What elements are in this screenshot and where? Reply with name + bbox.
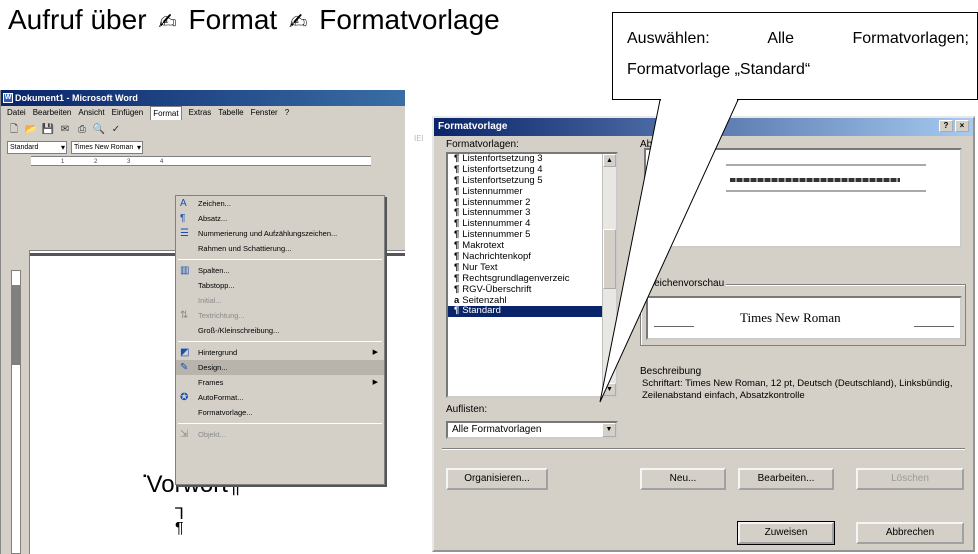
menu-item-frames[interactable]: Frames ▶	[176, 375, 384, 390]
callout-line-1: Auswählen: Alle Formatvorlagen;	[627, 30, 969, 47]
menu-tabelle[interactable]: Tabelle	[218, 106, 243, 120]
menu-item-nummerierung[interactable]: ☰ Nummerierung und Aufzählungszeichen...	[176, 226, 384, 241]
pen-icon: ✍	[158, 10, 177, 35]
callout-line-2: Formatvorlage „Standard“	[627, 61, 811, 78]
bullet-list-icon: ☰	[180, 228, 189, 239]
dialog-separator	[442, 448, 965, 450]
delete-style-button[interactable]: Löschen	[856, 468, 964, 490]
menu-item-initial: Initial...	[198, 296, 222, 305]
horizontal-ruler: 1 2 3 4	[31, 156, 371, 166]
menu-ansicht[interactable]: Ansicht	[78, 106, 104, 120]
menu-format[interactable]: Format	[150, 106, 182, 120]
print-preview-icon[interactable]: 🔍	[92, 123, 106, 136]
menu-extras[interactable]: Extras	[189, 106, 212, 120]
word-titlebar: W Dokument1 - Microsoft Word	[1, 90, 405, 106]
cancel-button[interactable]: Abbrechen	[856, 522, 964, 544]
headline-text-3: Formatvorlage	[319, 4, 500, 35]
word-app-icon: W	[3, 93, 13, 103]
list-filter-combo[interactable]: Alle Formatvorlagen ▼	[446, 421, 618, 439]
autoformat-icon: ✪	[180, 392, 189, 403]
font-icon: A	[180, 198, 187, 209]
menu-item-grossklein[interactable]: Groß-/Kleinschreibung...	[176, 323, 384, 338]
apply-button[interactable]: Zuweisen	[737, 521, 835, 545]
callout-box: Auswählen: Alle Formatvorlagen; Formatvo…	[612, 12, 978, 100]
dialog-title: Formatvorlage	[438, 121, 508, 132]
font-combo[interactable]: Times New Roman	[71, 140, 143, 154]
description-label: Beschreibung	[640, 366, 702, 377]
paragraph-preview	[644, 148, 962, 248]
menu-item-rahmen[interactable]: Rahmen und Schattierung...	[176, 241, 384, 256]
paragraph-icon: ¶	[180, 213, 186, 224]
formatting-toolbar: Standard Times New Roman	[1, 138, 405, 156]
slide-headline: Aufruf über ✍ Format ✍ Formatvorlage	[8, 4, 500, 36]
spellcheck-icon[interactable]: ✓	[109, 123, 123, 136]
style-combo[interactable]: Standard	[7, 140, 67, 154]
pen-icon: ✍	[289, 10, 308, 35]
dialog-titlebar: Formatvorlage ? ×	[434, 118, 973, 136]
menu-help[interactable]: ?	[285, 106, 289, 120]
headline-text-1: Aufruf über	[8, 4, 147, 35]
open-folder-icon[interactable]: 📂	[24, 123, 38, 136]
word-window: W Dokument1 - Microsoft Word Datei Bearb…	[0, 90, 405, 554]
callout-seam	[661, 99, 737, 101]
styles-list-label: Formatvorlagen:	[446, 139, 519, 150]
scroll-up-icon[interactable]: ▲	[603, 154, 616, 167]
list-item-selected[interactable]: ¶ Standard	[448, 306, 616, 318]
menu-item-autoformat[interactable]: ✪ AutoFormat...	[176, 390, 384, 405]
new-style-button[interactable]: Neu...	[640, 468, 726, 490]
email-icon[interactable]: ✉	[58, 123, 72, 136]
char-preview-text: Times New Roman	[740, 310, 841, 325]
submenu-arrow-icon: ▶	[372, 379, 378, 386]
scroll-thumb[interactable]	[603, 229, 616, 289]
design-icon: ✎	[180, 362, 189, 373]
standard-toolbar: 🗋 📂 💾 ✉ ⎙ 🔍 ✓	[1, 120, 405, 138]
menu-separator	[178, 341, 382, 342]
menu-separator	[178, 423, 382, 424]
menu-fenster[interactable]: Fenster	[251, 106, 278, 120]
chevron-down-icon[interactable]: ▼	[602, 423, 616, 437]
columns-icon: ▥	[180, 265, 190, 276]
menu-item-design[interactable]: ✎ Design...	[176, 360, 384, 375]
menu-bearbeiten[interactable]: Bearbeiten	[33, 106, 72, 120]
submenu-arrow-icon: ▶	[372, 349, 378, 356]
char-preview: Times New Roman	[646, 296, 962, 340]
background-icon: ◩	[180, 347, 190, 358]
word-menubar: Datei Bearbeiten Ansicht Einfügen Format…	[1, 106, 405, 120]
char-preview-label: Zeichenvorschau	[646, 278, 727, 289]
new-document-icon[interactable]: 🗋	[7, 123, 21, 136]
word-title: Dokument1 - Microsoft Word	[15, 93, 138, 103]
menu-item-tabstopp[interactable]: Tabstopp...	[176, 278, 384, 293]
vertical-ruler-margin	[12, 285, 20, 365]
pilcrow-mark: ¶	[175, 520, 184, 537]
help-button[interactable]: ?	[939, 120, 953, 132]
menu-datei[interactable]: Datei	[7, 106, 26, 120]
styles-listbox[interactable]: ¶ Listenfortsetzung 3 ¶ Listenfortsetzung …	[446, 152, 618, 398]
formatvorlage-dialog: Formatvorlage ? × Formatvorlagen: ¶ Liste…	[432, 116, 975, 552]
scroll-down-icon[interactable]: ▼	[603, 383, 616, 396]
organize-button[interactable]: Organisieren...	[446, 468, 548, 490]
menu-item-objekt: ⇲ Objekt...	[180, 429, 226, 440]
save-icon[interactable]: 💾	[41, 123, 55, 136]
close-button[interactable]: ×	[955, 120, 969, 132]
text-direction-icon: ⇅	[180, 310, 189, 321]
menu-item-textrichtung: ⇅ Textrichtung...	[180, 310, 245, 321]
menu-einfuegen[interactable]: Einfügen	[112, 106, 144, 120]
headline-text-2: Format	[188, 4, 278, 35]
menu-item-absatz[interactable]: ¶ Absatz...	[176, 211, 384, 226]
print-icon[interactable]: ⎙	[75, 123, 89, 136]
menu-item-zeichen[interactable]: A Zeichen...	[176, 196, 384, 211]
ruler-fragment: IEI	[414, 134, 424, 143]
menu-item-formatvorlage[interactable]: Formatvorlage...	[176, 405, 384, 420]
list-filter-label: Auflisten:	[446, 404, 488, 415]
menu-item-hintergrund[interactable]: ◩ Hintergrund ▶	[176, 345, 384, 360]
menu-item-spalten[interactable]: ▥ Spalten...	[176, 263, 384, 278]
format-menu: A Zeichen... ¶ Absatz... ☰ Nummerierung und…	[175, 195, 385, 485]
object-icon: ⇲	[180, 429, 189, 440]
edit-style-button[interactable]: Bearbeiten...	[738, 468, 834, 490]
menu-separator	[178, 259, 382, 260]
description-text: Schriftart: Times New Roman, 12 pt, Deut…	[642, 378, 953, 401]
styles-scrollbar[interactable]: ▲ ▼	[602, 154, 616, 396]
